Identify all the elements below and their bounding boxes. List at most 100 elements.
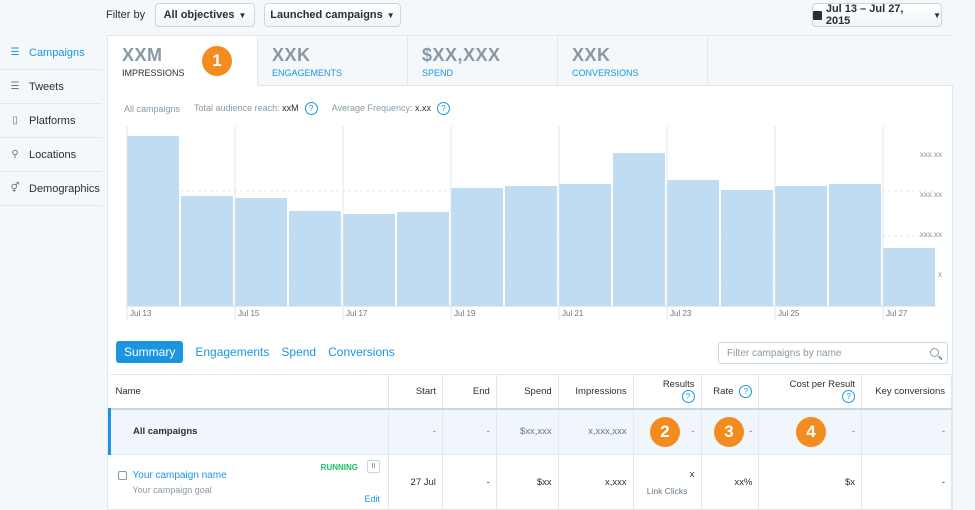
chart-bar[interactable] xyxy=(883,248,935,306)
sidebar-item-label: Platforms xyxy=(29,114,76,127)
chevron-down-icon: ▼ xyxy=(386,10,395,20)
cell-rate: xx% xyxy=(701,454,760,510)
date-range-picker[interactable]: Jul 13 – Jul 27, 2015 ▼ xyxy=(812,3,942,27)
tab-engagements-table[interactable]: Engagements xyxy=(195,345,269,359)
chart-bar[interactable] xyxy=(829,184,881,306)
x-tick-label: Jul 13 xyxy=(130,309,152,318)
filter-bar: Filter by All objectives ▼ Launched camp… xyxy=(0,0,975,34)
campaigns-label: Launched campaigns xyxy=(270,9,383,21)
sidebar-item-locations[interactable]: ⚲ Locations xyxy=(0,138,102,172)
edit-link[interactable]: Edit xyxy=(365,494,381,504)
tab-spend[interactable]: $XX,XXX SPEND xyxy=(408,36,558,86)
sidebar-item-label: Tweets xyxy=(29,80,64,93)
x-tick-label: Jul 27 xyxy=(886,309,908,318)
col-spend[interactable]: Spend xyxy=(496,374,559,410)
sidebar-item-label: Campaigns xyxy=(29,46,85,59)
metric-label: CONVERSIONS xyxy=(572,68,639,78)
chart-canvas xyxy=(126,126,936,320)
chart-bar[interactable] xyxy=(451,188,503,306)
stats-row: All campaigns Total audience reach: xxM?… xyxy=(124,102,451,115)
sidebar-item-label: Demographics xyxy=(29,182,100,195)
cell-cost-per-result: $x xyxy=(758,454,863,510)
chevron-down-icon: ▼ xyxy=(933,10,941,20)
cell-spend: $xx,xxx xyxy=(496,408,559,455)
chart-bar[interactable] xyxy=(667,180,719,306)
callout-badge-2: 2 xyxy=(650,417,680,447)
tab-conversions-table[interactable]: Conversions xyxy=(328,345,395,359)
chart-bar[interactable] xyxy=(343,214,395,306)
tab-conversions[interactable]: XXK CONVERSIONS xyxy=(558,36,708,86)
cell-impressions: x,xxx xyxy=(558,454,634,510)
callout-badge-4: 4 xyxy=(796,417,826,447)
help-icon[interactable]: ? xyxy=(304,102,318,115)
col-cost-per-result[interactable]: Cost per Result? xyxy=(758,374,863,410)
tab-impressions[interactable]: XXM IMPRESSIONS xyxy=(108,36,258,86)
sidebar-item-label: Locations xyxy=(29,148,77,161)
col-impressions[interactable]: Impressions xyxy=(558,374,634,410)
date-range-label: Jul 13 – Jul 27, 2015 xyxy=(825,3,904,27)
chart-bar[interactable] xyxy=(775,186,827,306)
chart-bar[interactable] xyxy=(613,153,665,306)
chart-bar[interactable] xyxy=(289,211,341,306)
cell-key-conversions: - xyxy=(861,454,952,510)
chart-bar[interactable] xyxy=(235,198,287,306)
x-tick-label: Jul 25 xyxy=(778,309,800,318)
help-icon[interactable]: ? xyxy=(437,102,451,115)
cell-campaign: Your campaign name Your campaign goal RU… xyxy=(109,454,390,510)
x-tick-label: Jul 17 xyxy=(346,309,368,318)
help-icon[interactable]: ? xyxy=(681,390,695,404)
device-icon: ▯ xyxy=(12,115,18,126)
all-campaigns-label: All campaigns xyxy=(124,103,181,114)
col-key-conversions[interactable]: Key conversions xyxy=(861,374,952,410)
chart-bar[interactable] xyxy=(397,212,449,306)
chart-bar[interactable] xyxy=(127,136,179,306)
pause-icon[interactable]: II xyxy=(367,460,381,473)
cell-end: - xyxy=(442,408,497,455)
metric-tabs: XXM IMPRESSIONS XXK ENGAGEMENTS $XX,XXX … xyxy=(108,36,708,86)
col-results[interactable]: Results? xyxy=(633,374,702,410)
impressions-chart: Jul 13 Jul 15 Jul 17 Jul 19 Jul 21 Jul 23 Jul … xyxy=(124,126,944,326)
sidebar-item-demographics[interactable]: ⚥ Demographics xyxy=(0,172,102,206)
col-name[interactable]: Name xyxy=(109,374,390,410)
chart-bar[interactable] xyxy=(721,190,773,306)
chart-bar[interactable] xyxy=(181,196,233,306)
campaigns-table: Name Start End Spend Impressions Results… xyxy=(107,374,952,510)
cell-impressions: x,xxx,xxx xyxy=(558,408,634,455)
col-end[interactable]: End xyxy=(442,374,497,410)
objectives-dropdown[interactable]: All objectives ▼ xyxy=(155,3,255,27)
chevron-down-icon: ▼ xyxy=(238,10,247,20)
metric-value: XXK xyxy=(572,45,611,65)
metric-label: SPEND xyxy=(422,68,454,78)
objectives-label: All objectives xyxy=(163,9,235,21)
tab-spend-table[interactable]: Spend xyxy=(281,345,316,359)
sidebar-item-platforms[interactable]: ▯ Platforms xyxy=(0,104,102,138)
y-tick-label: x xyxy=(938,270,942,279)
chart-bar[interactable] xyxy=(559,184,611,306)
chart-bar[interactable] xyxy=(505,186,557,306)
tab-engagements[interactable]: XXK ENGAGEMENTS xyxy=(258,36,408,86)
main-panel: XXM IMPRESSIONS XXK ENGAGEMENTS $XX,XXX … xyxy=(107,35,954,510)
campaign-search-input[interactable]: Filter campaigns by name xyxy=(718,342,948,364)
campaigns-dropdown[interactable]: Launched campaigns ▼ xyxy=(264,3,401,27)
search-placeholder: Filter campaigns by name xyxy=(727,347,842,359)
cell-spend: $xx xyxy=(496,454,559,510)
list-icon: ☰ xyxy=(10,47,20,58)
tab-summary[interactable]: Summary xyxy=(116,341,184,363)
col-rate[interactable]: Rate? xyxy=(701,374,760,410)
sub-tabs: Summary Engagements Spend Conversions xyxy=(116,341,395,363)
table-header-row: Name Start End Spend Impressions Results… xyxy=(109,374,952,410)
col-start[interactable]: Start xyxy=(388,374,443,410)
campaign-name-link[interactable]: Your campaign name xyxy=(133,470,227,481)
gender-icon: ⚥ xyxy=(10,183,20,194)
help-icon[interactable]: ? xyxy=(739,384,753,398)
help-icon[interactable]: ? xyxy=(842,390,856,404)
row-checkbox[interactable] xyxy=(117,470,127,480)
metric-value: XXM xyxy=(122,45,163,65)
sidebar-item-campaigns[interactable]: ☰ Campaigns xyxy=(0,36,102,70)
cell-start: 27 Jul xyxy=(388,454,443,510)
y-tick-label: xxx.xx xyxy=(919,150,942,159)
cell-start: - xyxy=(388,408,443,455)
list-icon: ☰ xyxy=(10,81,20,92)
table-row[interactable]: Your campaign name Your campaign goal RU… xyxy=(109,454,952,510)
sidebar-item-tweets[interactable]: ☰ Tweets xyxy=(0,70,102,104)
